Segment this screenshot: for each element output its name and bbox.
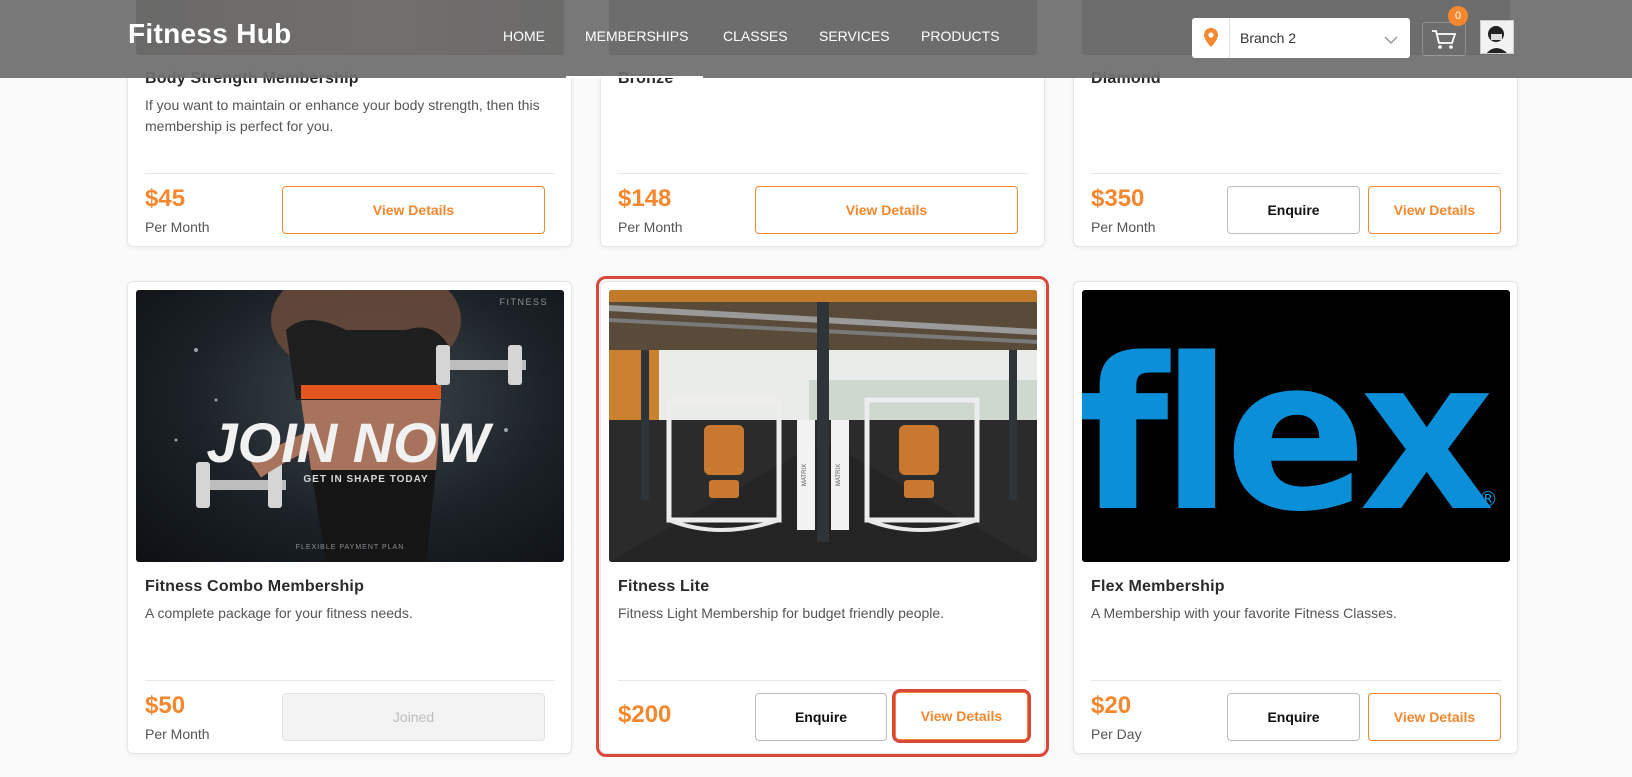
enquire-button[interactable]: Enquire <box>1227 186 1360 234</box>
card-description: Fitness Light Membership for budget frie… <box>618 605 945 621</box>
card-description: A complete package for your fitness need… <box>145 605 413 621</box>
avatar[interactable] <box>1480 20 1514 54</box>
image-tagline: GET IN SHAPE TODAY <box>303 474 428 485</box>
price: $148 <box>618 185 672 212</box>
membership-card: FITNESS JOIN NOW GET IN SHAPE TODAY FLEX… <box>127 281 572 754</box>
gym-interior-photo: MATRIX MATRIX <box>609 290 1037 562</box>
cart-button[interactable] <box>1422 22 1466 56</box>
nav-classes[interactable]: CLASSES <box>723 28 788 44</box>
machine-label: MATRIX <box>802 464 808 486</box>
divider <box>145 173 555 174</box>
price: $350 <box>1091 185 1145 212</box>
nav-home[interactable]: HOME <box>503 28 545 44</box>
image-footer: FLEXIBLE PAYMENT PLAN <box>296 544 405 551</box>
select-divider <box>1229 18 1230 58</box>
top-navbar: Fitness Hub HOME MEMBERSHIPS CLASSES SER… <box>0 0 1632 78</box>
image-headline: JOIN NOW <box>206 411 493 474</box>
divider <box>145 680 555 681</box>
branch-select-value: Branch 2 <box>1240 30 1297 46</box>
price-period: Per Month <box>1091 219 1156 235</box>
divider <box>1091 680 1501 681</box>
user-avatar-icon <box>1481 21 1513 53</box>
machine-label: MATRIX <box>836 464 842 486</box>
brand-logo[interactable]: Fitness Hub <box>128 18 292 50</box>
price: $45 <box>145 185 186 212</box>
joined-button: Joined <box>282 693 545 741</box>
divider <box>1091 173 1501 174</box>
price: $200 <box>618 701 672 728</box>
price-period: Per Month <box>145 219 210 235</box>
cart-count-badge: 0 <box>1448 6 1468 26</box>
view-details-button[interactable]: View Details <box>282 186 545 234</box>
image-corner-text: FITNESS <box>499 297 548 307</box>
enquire-button[interactable]: Enquire <box>755 693 887 741</box>
card-title: Fitness Lite <box>618 578 710 595</box>
price-period: Per Month <box>618 219 683 235</box>
flex-logo: flex ® <box>1082 313 1500 558</box>
price-period: Per Day <box>1091 726 1142 742</box>
view-details-button[interactable]: View Details <box>1368 186 1501 234</box>
nav-memberships[interactable]: MEMBERSHIPS <box>585 28 688 44</box>
card-title: Flex Membership <box>1091 578 1225 595</box>
card-description: A Membership with your favorite Fitness … <box>1091 605 1397 621</box>
card-image: flex ® <box>1082 290 1510 562</box>
card-image: MATRIX MATRIX <box>609 290 1037 562</box>
membership-card: MATRIX MATRIX Fitness Lite Fitness Light… <box>600 281 1045 754</box>
price: $50 <box>145 692 186 719</box>
view-details-button[interactable]: View Details <box>755 186 1018 234</box>
card-title: Fitness Combo Membership <box>145 578 365 595</box>
enquire-button[interactable]: Enquire <box>1227 693 1360 741</box>
registered-mark: ® <box>1478 487 1498 511</box>
nav-services[interactable]: SERVICES <box>819 28 890 44</box>
join-now-illustration: FITNESS JOIN NOW GET IN SHAPE TODAY FLEX… <box>174 290 548 562</box>
map-pin-icon <box>1204 28 1218 52</box>
divider <box>618 173 1028 174</box>
branch-select[interactable]: Branch 2 <box>1192 18 1410 58</box>
active-nav-indicator <box>566 76 703 78</box>
cart-icon <box>1422 22 1466 56</box>
card-image: FITNESS JOIN NOW GET IN SHAPE TODAY FLEX… <box>136 290 564 562</box>
card-description: If you want to maintain or enhance your … <box>145 97 540 134</box>
view-details-button[interactable]: View Details <box>895 692 1028 740</box>
membership-card: flex ® Flex Membership A Membership with… <box>1073 281 1518 754</box>
chevron-down-icon <box>1384 32 1398 50</box>
flex-logo-text: flex <box>1082 313 1492 558</box>
view-details-button[interactable]: View Details <box>1368 693 1501 741</box>
divider <box>618 680 1028 681</box>
price-period: Per Month <box>145 726 210 742</box>
nav-products[interactable]: PRODUCTS <box>921 28 1000 44</box>
price: $20 <box>1091 692 1132 719</box>
